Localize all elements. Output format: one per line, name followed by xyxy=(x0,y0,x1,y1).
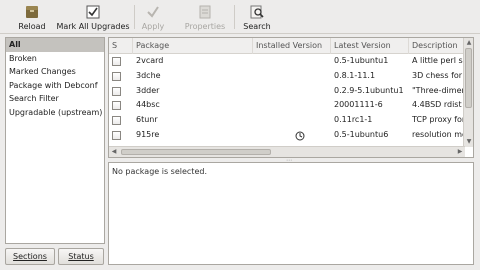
installed-version xyxy=(253,113,331,128)
mark-checkbox[interactable] xyxy=(112,71,121,81)
details-panel: No package is selected. xyxy=(108,162,474,265)
mark-checkbox[interactable] xyxy=(112,57,121,66)
apply-button[interactable]: Apply xyxy=(140,2,166,32)
scroll-up-icon[interactable]: ▲ xyxy=(465,39,473,47)
status-label: Status xyxy=(68,252,94,261)
sections-button[interactable]: Sections xyxy=(5,248,55,265)
package-name: 2vcard xyxy=(136,56,164,65)
reload-button[interactable]: Reload xyxy=(18,2,46,32)
mark-checkbox[interactable] xyxy=(112,101,121,111)
column-header-status[interactable]: S xyxy=(109,38,133,54)
column-header-description[interactable]: Description xyxy=(409,38,465,54)
description: A little perl sc xyxy=(412,56,465,65)
status-button[interactable]: Status xyxy=(58,248,104,265)
table-row[interactable]: 44bsc 20001111-6 4.4BSD rdist xyxy=(109,98,465,113)
mark-all-label: Mark All Upgrades xyxy=(56,22,130,31)
search-label: Search xyxy=(243,22,271,31)
search-icon xyxy=(250,5,264,19)
latest-version: 0.5-1ubuntu6 xyxy=(334,130,389,139)
package-name: 44bsc xyxy=(136,100,160,110)
mark-all-icon xyxy=(86,5,100,19)
scroll-thumb[interactable] xyxy=(121,149,271,155)
filter-item-all[interactable]: All xyxy=(6,38,104,52)
table-row[interactable]: 915re 0.5-1ubuntu6 resolution mo xyxy=(109,128,465,143)
filter-item-debconf[interactable]: Package with Debconf xyxy=(6,79,104,93)
scroll-down-icon[interactable]: ▼ xyxy=(465,138,473,146)
table-row[interactable]: 3dder 0.2.9-5.1ubuntu1 "Three-dimen xyxy=(109,84,465,99)
package-name: 3dche xyxy=(136,70,161,80)
filter-item-upgradable[interactable]: Upgradable (upstream) xyxy=(6,106,104,120)
busy-cursor-icon xyxy=(295,131,305,141)
scroll-thumb[interactable] xyxy=(465,48,472,108)
properties-label: Properties xyxy=(184,22,226,31)
description: 4.4BSD rdist xyxy=(412,100,462,110)
reload-icon xyxy=(26,6,38,18)
column-header-installed[interactable]: Installed Version xyxy=(253,38,331,54)
properties-icon xyxy=(199,5,211,19)
table-header: S Package Installed Version Latest Versi… xyxy=(109,38,465,54)
mark-all-upgrades-button[interactable]: Mark All Upgrades xyxy=(56,2,130,32)
scroll-left-icon[interactable]: ◀ xyxy=(110,148,118,156)
properties-button[interactable]: Properties xyxy=(183,2,227,32)
table-row[interactable]: 2vcard 0.5-1ubuntu1 A little perl sc xyxy=(109,54,465,69)
search-button[interactable]: Search xyxy=(240,2,274,32)
latest-version: 0.2.9-5.1ubuntu1 xyxy=(334,85,404,95)
column-header-package[interactable]: Package xyxy=(133,38,253,54)
installed-version xyxy=(253,69,331,84)
details-message: No package is selected. xyxy=(112,167,207,176)
checkmark-icon xyxy=(147,6,159,18)
scroll-right-icon[interactable]: ▶ xyxy=(456,148,464,156)
table-row[interactable]: 3dche 0.8.1-11.1 3D chess for xyxy=(109,69,465,84)
package-name: 6tunr xyxy=(136,115,158,125)
filter-item-broken[interactable]: Broken xyxy=(6,52,104,66)
installed-version xyxy=(253,98,331,113)
table-row[interactable]: 6tunr 0.11rc1-1 TCP proxy for xyxy=(109,113,465,128)
description: "Three-dimen xyxy=(412,85,465,95)
installed-version xyxy=(253,128,331,143)
description: TCP proxy for xyxy=(412,115,465,125)
toolbar-separator xyxy=(234,5,235,29)
latest-version: 0.5-1ubuntu1 xyxy=(334,56,389,65)
latest-version: 0.8.1-11.1 xyxy=(334,70,376,80)
package-name: 3dder xyxy=(136,85,160,95)
toolbar-separator xyxy=(134,5,135,29)
mark-checkbox[interactable] xyxy=(112,131,121,140)
mark-checkbox[interactable] xyxy=(112,86,121,96)
package-name: 915re xyxy=(136,130,160,139)
filter-item-marked-changes[interactable]: Marked Changes xyxy=(6,65,104,79)
apply-label: Apply xyxy=(141,22,165,31)
column-header-latest[interactable]: Latest Version xyxy=(331,38,409,54)
latest-version: 0.11rc1-1 xyxy=(334,115,373,125)
filter-list: All Broken Marked Changes Package with D… xyxy=(5,37,105,244)
latest-version: 20001111-6 xyxy=(334,100,383,110)
toolbar: Reload Mark All Upgrades Apply Propertie… xyxy=(0,0,480,34)
mark-checkbox[interactable] xyxy=(112,116,121,126)
vertical-scrollbar[interactable]: ▲ ▼ xyxy=(463,38,473,147)
filter-item-search-filter[interactable]: Search Filter xyxy=(6,92,104,106)
description: resolution mo xyxy=(412,130,465,139)
reload-label: Reload xyxy=(18,22,46,31)
installed-version xyxy=(253,54,331,69)
description: 3D chess for xyxy=(412,70,463,80)
installed-version xyxy=(253,84,331,99)
package-table: S Package Installed Version Latest Versi… xyxy=(108,37,474,158)
horizontal-scrollbar[interactable]: ◀ ▶ xyxy=(109,146,465,157)
sections-label: Sections xyxy=(13,252,47,261)
